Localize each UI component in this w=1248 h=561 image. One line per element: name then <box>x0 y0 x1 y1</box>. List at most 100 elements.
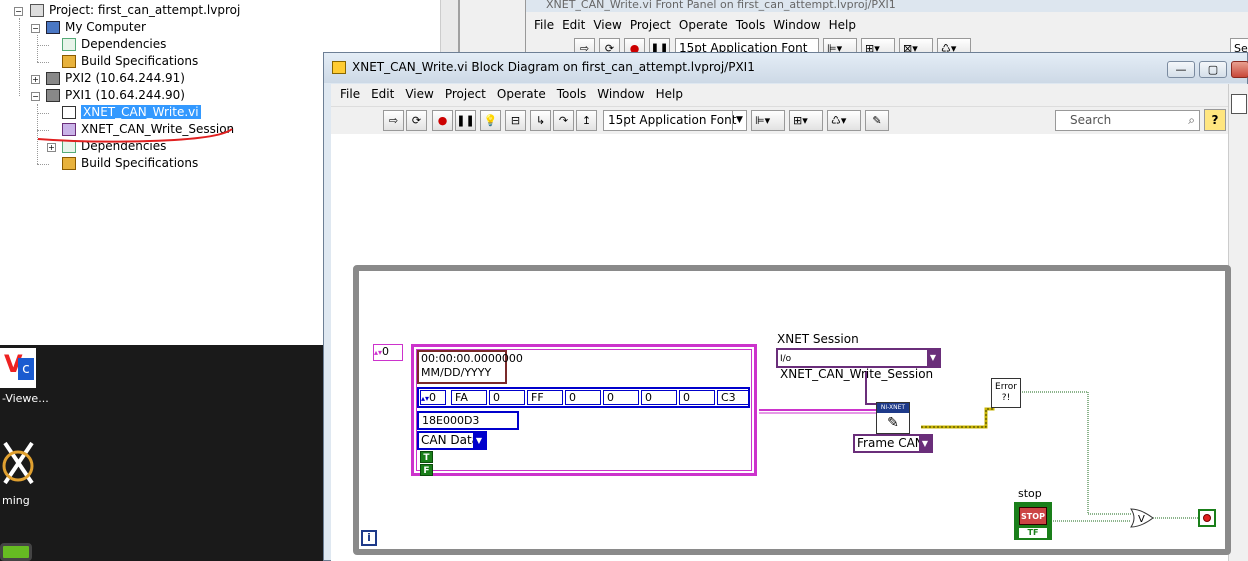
timestamp-constant[interactable]: 00:00:00.0000000 MM/DD/YYYY <box>417 350 523 384</box>
menu-edit[interactable]: Edit <box>371 84 394 105</box>
extended-boolean-false[interactable]: F <box>420 464 433 476</box>
step-over-icon[interactable]: ↷ <box>553 110 574 131</box>
vi-connector-icon <box>1231 94 1247 114</box>
minimize-button[interactable]: — <box>1167 61 1195 78</box>
fp-menu-help[interactable]: Help <box>829 14 856 36</box>
search-placeholder: Search <box>1070 113 1112 127</box>
abort-execution-icon[interactable]: ● <box>432 110 453 131</box>
build-spec-icon <box>62 157 76 170</box>
xnet-write-node[interactable]: NI-XNET ✎ <box>876 402 910 434</box>
tree-item-xnet-can-write-vi[interactable]: XNET_CAN_Write.vi <box>62 104 201 121</box>
tree-item-build-specifications[interactable]: Build Specifications <box>62 53 198 70</box>
frame-type-ring[interactable]: CAN Data ▼ <box>417 431 487 450</box>
menu-help[interactable]: Help <box>656 84 683 105</box>
close-button[interactable] <box>1231 61 1248 78</box>
chevron-down-icon: ▼ <box>473 433 485 448</box>
xnet-session-label: XNET Session <box>777 332 859 346</box>
payload-byte[interactable]: FA <box>451 390 487 405</box>
payload-index[interactable]: ▴▾0 <box>420 390 446 405</box>
frame-type-value: CAN Data <box>421 433 480 447</box>
pause-icon[interactable]: ❚❚ <box>455 110 476 131</box>
tree-root[interactable]: Project: first_can_attempt.lvproj <box>30 2 240 19</box>
collapse-root-toggle[interactable]: − <box>14 7 23 16</box>
stop-control-terminal[interactable]: STOP TF <box>1014 502 1052 540</box>
xnet-session-constant[interactable]: I/o XNET_CAN_Write_Session ▼ <box>776 348 941 381</box>
iteration-terminal[interactable]: i <box>361 530 377 546</box>
block-diagram-title: XNET_CAN_Write.vi Block Diagram on first… <box>352 60 755 74</box>
collapse-pxi1-toggle[interactable]: − <box>31 92 40 101</box>
menu-tools[interactable]: Tools <box>557 84 587 105</box>
labview-window-icon <box>332 61 346 74</box>
payload-byte[interactable]: C3 <box>717 390 749 405</box>
green-app-icon[interactable] <box>0 543 32 561</box>
frame-mode-selector[interactable]: Frame CAN ▼ <box>853 434 933 453</box>
run-arrow-icon[interactable]: ⇨ <box>383 110 404 131</box>
stop-condition-icon <box>1203 514 1211 522</box>
svg-text:V: V <box>1138 514 1145 525</box>
fp-menu-edit[interactable]: Edit <box>562 14 585 36</box>
menu-file[interactable]: File <box>340 84 360 105</box>
font-selector-value: 15pt Application Font <box>608 113 737 127</box>
block-diagram-canvas[interactable]: ▴▾0 00:00:00.0000000 MM/DD/YYYY ▴▾0 FA 0… <box>331 134 1231 561</box>
vi-icon <box>62 106 76 119</box>
spinner-icon: ▴▾ <box>374 348 383 357</box>
fp-menu-window[interactable]: Window <box>773 14 820 36</box>
block-diagram-window: XNET_CAN_Write.vi Block Diagram on first… <box>323 52 1248 561</box>
expand-pxi2-toggle[interactable]: + <box>31 75 40 84</box>
tree-item-my-computer[interactable]: My Computer <box>46 19 146 36</box>
computer-icon <box>46 21 60 34</box>
payload-array[interactable]: ▴▾0 FA 0 FF 0 0 0 0 C3 <box>417 387 750 408</box>
identifier-constant[interactable]: 18E000D3 <box>417 411 519 430</box>
fp-menu-operate[interactable]: Operate <box>679 14 728 36</box>
menu-view[interactable]: View <box>405 84 433 105</box>
fp-menu-tools[interactable]: Tools <box>736 14 766 36</box>
menu-window[interactable]: Window <box>597 84 644 105</box>
loop-condition-terminal[interactable] <box>1198 509 1216 527</box>
or-gate-icon[interactable]: V <box>1129 508 1155 528</box>
search-input[interactable]: Search ⌕ <box>1055 110 1200 131</box>
fp-menu-file[interactable]: File <box>534 14 554 36</box>
maximize-button[interactable]: ▢ <box>1199 61 1227 78</box>
tree-item-dependencies[interactable]: Dependencies <box>62 36 166 53</box>
xnet-node-header: NI-XNET <box>877 403 909 413</box>
step-into-icon[interactable]: ↳ <box>530 110 551 131</box>
can-frame-cluster-constant[interactable]: 00:00:00.0000000 MM/DD/YYYY ▴▾0 FA 0 FF … <box>411 344 757 476</box>
distribute-objects-icon[interactable]: ⊞▾ <box>789 110 823 131</box>
payload-byte[interactable]: 0 <box>679 390 715 405</box>
font-selector[interactable]: 15pt Application Font ▼ <box>603 110 747 131</box>
payload-byte[interactable]: 0 <box>603 390 639 405</box>
context-help-button[interactable]: ? <box>1204 109 1226 131</box>
vertical-scrollbar[interactable] <box>1228 84 1248 561</box>
payload-byte[interactable]: 0 <box>489 390 525 405</box>
app-shortcut-label: ming <box>2 494 30 507</box>
step-out-icon[interactable]: ↥ <box>576 110 597 131</box>
vnc-viewer-icon[interactable]: V c <box>0 348 36 388</box>
vnc-viewer-label: -Viewe... <box>2 392 49 405</box>
menu-project[interactable]: Project <box>445 84 486 105</box>
reorder-icon[interactable]: ♺▾ <box>827 110 861 131</box>
error-status-node[interactable]: Error ?! <box>991 378 1021 408</box>
payload-byte[interactable]: 0 <box>565 390 601 405</box>
build-spec-icon <box>62 55 76 68</box>
chevron-down-icon: ▼ <box>927 350 939 366</box>
echo-boolean-true[interactable]: T <box>420 451 433 463</box>
fp-menu-view[interactable]: View <box>593 14 621 36</box>
retain-wire-values-icon[interactable]: ⊟ <box>505 110 526 131</box>
app-shortcut-icon[interactable] <box>0 438 40 488</box>
tree-item-pxi2[interactable]: PXI2 (10.64.244.91) <box>46 70 185 87</box>
frame-mode-value: Frame CAN <box>857 436 924 450</box>
highlight-execution-bulb-icon[interactable]: 💡 <box>480 110 501 131</box>
tree-item-pxi1-build-specifications[interactable]: Build Specifications <box>62 155 198 172</box>
run-continuously-icon[interactable]: ⟳ <box>406 110 427 131</box>
align-objects-icon[interactable]: ⊫▾ <box>751 110 785 131</box>
menu-operate[interactable]: Operate <box>497 84 546 105</box>
pencil-icon: ✎ <box>887 415 899 431</box>
tree-item-pxi1[interactable]: PXI1 (10.64.244.90) <box>46 87 185 104</box>
collapse-my-computer-toggle[interactable]: − <box>31 24 40 33</box>
payload-byte[interactable]: 0 <box>641 390 677 405</box>
clean-up-diagram-icon[interactable]: ✎ <box>865 110 889 131</box>
payload-byte[interactable]: FF <box>527 390 563 405</box>
fp-menu-project[interactable]: Project <box>630 14 671 36</box>
array-index-display[interactable]: ▴▾0 <box>373 344 403 361</box>
stop-button-face: STOP <box>1019 507 1047 525</box>
